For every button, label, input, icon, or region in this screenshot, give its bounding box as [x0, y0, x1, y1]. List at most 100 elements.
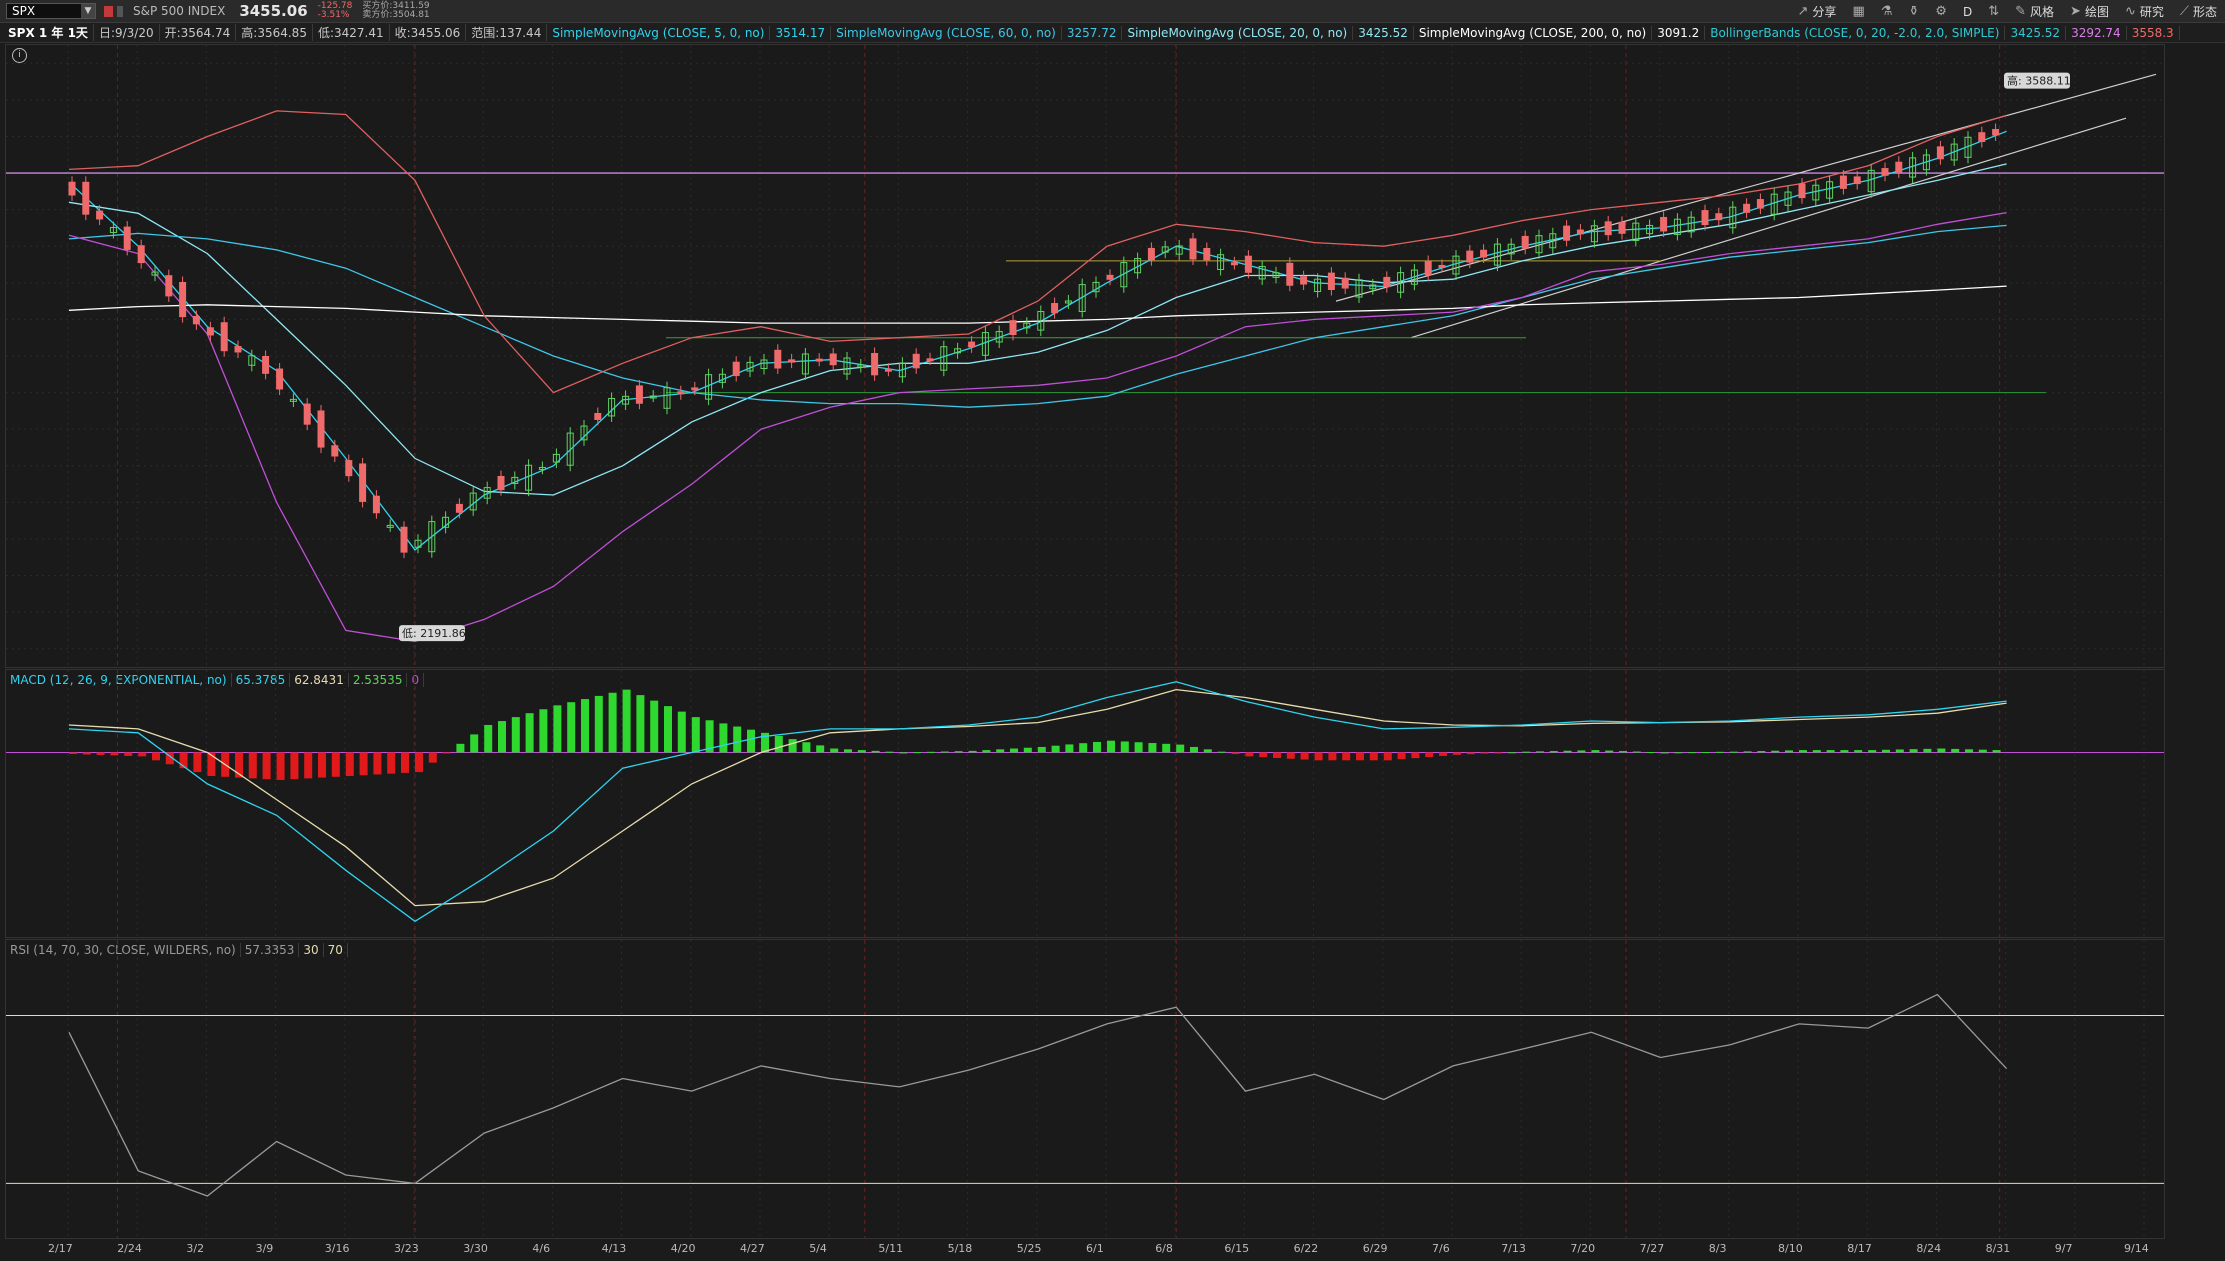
candle-body — [1895, 161, 1903, 173]
candle-body — [345, 460, 353, 477]
macd-histogram-bar — [1965, 749, 1973, 753]
sma60-value: 3257.72 — [1062, 25, 1123, 40]
share-button[interactable]: ↗ 分享 — [1798, 3, 1837, 20]
pattern-icon: ⟋ — [2179, 4, 2189, 19]
macd-histogram-bar — [415, 752, 423, 773]
bar-high: 高:3564.85 — [236, 24, 313, 41]
candle-body — [179, 281, 187, 318]
beaker-icon[interactable]: ⚱ — [1908, 4, 1919, 19]
grid-icon[interactable]: ▦ — [1852, 4, 1864, 19]
candle-body — [788, 359, 796, 363]
style-button[interactable]: ✎ 风格 — [2015, 3, 2054, 20]
candle-body — [1286, 262, 1294, 286]
candle-body — [1438, 264, 1446, 268]
macd-histogram-bar — [968, 750, 977, 753]
period-button[interactable]: D — [1963, 5, 1972, 19]
candle-body — [1189, 238, 1197, 260]
bar-open: 开:3564.74 — [160, 24, 237, 41]
candle-body — [1327, 272, 1335, 291]
macd-histogram-bar — [1286, 752, 1295, 759]
date-axis-label: 6/1 — [1086, 1242, 1104, 1255]
macd-histogram-bar — [359, 752, 368, 776]
cursor-icon: ➤ — [2070, 4, 2081, 19]
chart-title[interactable]: SPX 1 年 1天 — [0, 24, 94, 41]
gear-icon[interactable]: ⚙ — [1935, 4, 1947, 19]
macd-histogram-bar — [470, 734, 479, 753]
study-icon: ∿ — [2124, 4, 2136, 19]
macd-histogram-bar — [1951, 748, 1960, 753]
bollinger-label[interactable]: BollingerBands (CLOSE, 0, 20, -2.0, 2.0,… — [1705, 25, 2006, 40]
macd-histogram-bar — [1508, 752, 1517, 754]
macd-histogram-bar — [1785, 750, 1793, 753]
macd-panel[interactable]: MACD (12, 26, 9, EXPONENTIAL, no) 65.378… — [5, 669, 2165, 938]
symbol-value: SPX — [12, 4, 36, 18]
chevron-down-icon[interactable]: ▼ — [81, 4, 95, 18]
macd-histogram-bar — [1037, 746, 1046, 753]
macd-histogram-bar — [1162, 743, 1171, 753]
macd-histogram-bar — [1978, 749, 1987, 753]
macd-histogram-bar — [691, 717, 700, 753]
draw-button[interactable]: ➤ 绘图 — [2070, 3, 2109, 20]
candle-body — [1881, 168, 1889, 176]
bar-range: 范围:137.44 — [466, 24, 548, 41]
pattern-button[interactable]: ⟋ 形态 — [2180, 3, 2217, 20]
macd-histogram-bar — [1771, 750, 1780, 753]
macd-histogram-bar — [719, 723, 728, 753]
macd-histogram-bar — [1148, 743, 1157, 753]
date-axis-label: 8/3 — [1709, 1242, 1727, 1255]
macd-histogram-bar — [1799, 750, 1807, 753]
macd-histogram-bar — [677, 711, 686, 753]
candle-body — [192, 315, 200, 325]
candle-body — [234, 346, 242, 353]
macd-histogram-bar — [1134, 742, 1143, 753]
high-label: 高: 3588.11 — [2007, 74, 2071, 88]
study-button[interactable]: ∿ 研究 — [2125, 3, 2164, 20]
candle-body — [677, 391, 685, 395]
date-axis-label: 6/8 — [1155, 1242, 1173, 1255]
macd-histogram-bar — [539, 709, 548, 753]
macd-histogram-bar — [1273, 752, 1281, 758]
rsi-chart: 80706050403020703057.3353 — [6, 940, 2164, 1238]
sma5-label[interactable]: SimpleMovingAvg (CLOSE, 5, 0, no) — [547, 25, 771, 40]
macd-histogram-bar — [318, 752, 326, 778]
macd-histogram-bar — [774, 735, 783, 753]
macd-histogram-bar — [1190, 746, 1198, 753]
macd-histogram-bar — [802, 742, 811, 753]
candle-body — [1244, 255, 1252, 273]
price-panel[interactable]: 3700360035003400330032003100300029002800… — [5, 44, 2165, 668]
link-icon[interactable] — [117, 5, 123, 17]
macd-line — [68, 681, 2007, 923]
macd-histogram-bar — [1425, 752, 1434, 758]
flag-icon[interactable] — [104, 5, 113, 17]
candle-body — [1424, 261, 1432, 276]
macd-histogram-bar — [1411, 752, 1420, 759]
sma20-label[interactable]: SimpleMovingAvg (CLOSE, 20, 0, no) — [1122, 25, 1354, 40]
share-icon: ↗ — [1797, 4, 1809, 19]
flask-icon[interactable]: ⚗ — [1881, 4, 1893, 19]
sma60-label[interactable]: SimpleMovingAvg (CLOSE, 60, 0, no) — [831, 25, 1062, 40]
macd-histogram-bar — [82, 752, 91, 755]
sma200-value: 3091.2 — [1652, 25, 1706, 40]
bid-ask: 买方价:3411.59 卖方价:3504.81 — [362, 2, 429, 20]
sync-icon[interactable]: ⇅ — [1988, 4, 1999, 19]
candle-body — [871, 352, 879, 376]
candle-body — [262, 355, 270, 374]
date-axis-label: 7/13 — [1501, 1242, 1526, 1255]
date-axis-label: 9/14 — [2124, 1242, 2149, 1255]
macd-histogram-bar — [1577, 750, 1586, 753]
macd-histogram-bar — [511, 717, 520, 753]
macd-histogram-bar — [69, 752, 77, 755]
symbol-input[interactable]: SPX ▼ — [6, 3, 96, 19]
macd-histogram-bar — [290, 752, 299, 780]
info-circle-icon[interactable]: i — [12, 48, 27, 63]
candle-body — [1715, 213, 1723, 221]
sma200-label[interactable]: SimpleMovingAvg (CLOSE, 200, 0, no) — [1414, 25, 1653, 40]
macd-histogram-bar — [138, 752, 147, 757]
rsi-panel[interactable]: RSI (14, 70, 30, CLOSE, WILDERS, no) 57.… — [5, 939, 2165, 1239]
share-label: 分享 — [1812, 5, 1837, 19]
macd-histogram-bar — [1079, 743, 1088, 753]
candle-body — [1230, 262, 1238, 266]
macd-histogram-bar — [1632, 751, 1641, 753]
sma5-value: 3514.17 — [770, 25, 832, 40]
macd-histogram-bar — [1203, 749, 1212, 753]
